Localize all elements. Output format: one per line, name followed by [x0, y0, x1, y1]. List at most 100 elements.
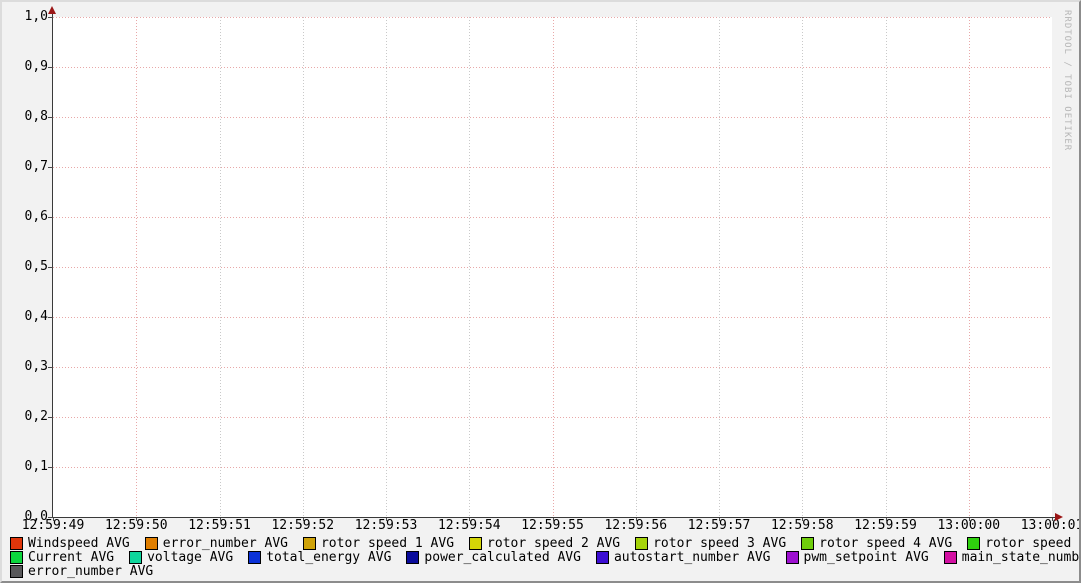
- x-axis-arrow-icon: [1055, 513, 1063, 521]
- legend-item: error_number AVG: [10, 564, 153, 579]
- legend-item: rotor speed 5 AVG: [967, 536, 1081, 551]
- y-tick-label: 0,4: [14, 310, 48, 324]
- x-tick-mark: [636, 518, 637, 521]
- x-tick-mark: [802, 518, 803, 521]
- y-tick-mark: [48, 117, 53, 118]
- y-tick-mark: [48, 217, 53, 218]
- legend-label: Windspeed AVG: [28, 536, 130, 551]
- x-tick-mark: [53, 518, 54, 521]
- x-tick-label: 12:59:52: [261, 519, 345, 533]
- v-gridline-minor: [303, 17, 304, 517]
- y-tick-mark: [48, 367, 53, 368]
- legend-label: autostart_number AVG: [614, 550, 771, 565]
- legend-color-swatch: [406, 551, 419, 564]
- rrdtool-graph: 1,00,90,80,70,60,50,40,30,20,10,0 12:59:…: [0, 0, 1081, 583]
- x-tick-mark: [220, 518, 221, 521]
- legend-label: rotor speed 1 AVG: [321, 536, 454, 551]
- legend-label: error_number AVG: [28, 564, 153, 579]
- legend-color-swatch: [10, 565, 23, 578]
- y-tick-label: 0,1: [14, 460, 48, 474]
- x-tick-label: 12:59:53: [344, 519, 428, 533]
- x-tick-mark: [553, 518, 554, 521]
- x-tick-mark: [303, 518, 304, 521]
- legend-label: pwm_setpoint AVG: [804, 550, 929, 565]
- legend-item: main_state_number AVG: [944, 550, 1081, 565]
- legend-color-swatch: [944, 551, 957, 564]
- plot-area: [53, 17, 1052, 517]
- y-tick-label: 0,7: [14, 160, 48, 174]
- x-tick-mark: [886, 518, 887, 521]
- x-tick-label: 12:59:55: [511, 519, 595, 533]
- y-tick-label: 0,5: [14, 260, 48, 274]
- y-tick-label: 0,9: [14, 60, 48, 74]
- legend-row: Current AVG voltage AVG total_energy AVG po…: [10, 550, 1081, 564]
- legend-label: Current AVG: [28, 550, 114, 565]
- y-tick-label: 0,6: [14, 210, 48, 224]
- legend-label: rotor speed 3 AVG: [653, 536, 786, 551]
- v-gridline-minor: [386, 17, 387, 517]
- legend-item: rotor speed 3 AVG: [635, 536, 786, 551]
- legend-color-swatch: [596, 551, 609, 564]
- legend-label: rotor speed 4 AVG: [819, 536, 952, 551]
- x-tick-mark: [719, 518, 720, 521]
- x-tick-mark: [469, 518, 470, 521]
- v-gridline-major: [969, 17, 970, 517]
- legend: Windspeed AVG error_number AVG rotor speed…: [10, 536, 1081, 578]
- legend-item: total_energy AVG: [248, 550, 391, 565]
- y-tick-mark: [48, 167, 53, 168]
- legend-item: power_calculated AVG: [406, 550, 581, 565]
- y-axis-arrow-icon: [48, 6, 56, 14]
- legend-color-swatch: [967, 537, 980, 550]
- legend-label: main_state_number AVG: [962, 550, 1081, 565]
- rrdtool-watermark: RRDTOOL / TOBI OETIKER: [1062, 10, 1072, 151]
- legend-color-swatch: [303, 537, 316, 550]
- x-tick-mark: [969, 518, 970, 521]
- legend-color-swatch: [10, 551, 23, 564]
- legend-color-swatch: [129, 551, 142, 564]
- legend-label: power_calculated AVG: [424, 550, 581, 565]
- v-gridline-minor: [469, 17, 470, 517]
- v-gridline-minor: [719, 17, 720, 517]
- legend-color-swatch: [801, 537, 814, 550]
- legend-item: error_number AVG: [145, 536, 288, 551]
- legend-item: voltage AVG: [129, 550, 233, 565]
- x-tick-label: 13:00:01: [1010, 519, 1081, 533]
- v-gridline-minor: [802, 17, 803, 517]
- legend-label: rotor speed 5 AVG: [985, 536, 1081, 551]
- y-tick-mark: [48, 417, 53, 418]
- legend-color-swatch: [10, 537, 23, 550]
- legend-row: error_number AVG: [10, 564, 1081, 578]
- x-tick-label: 12:59:50: [94, 519, 178, 533]
- legend-item: rotor speed 2 AVG: [469, 536, 620, 551]
- legend-color-swatch: [469, 537, 482, 550]
- legend-label: rotor speed 2 AVG: [487, 536, 620, 551]
- y-tick-mark: [48, 317, 53, 318]
- legend-color-swatch: [145, 537, 158, 550]
- x-tick-label: 12:59:59: [844, 519, 928, 533]
- legend-label: voltage AVG: [147, 550, 233, 565]
- legend-item: Windspeed AVG: [10, 536, 130, 551]
- y-axis-line: [52, 11, 53, 518]
- x-tick-label: 12:59:57: [677, 519, 761, 533]
- legend-label: error_number AVG: [163, 536, 288, 551]
- y-tick-label: 1,0: [14, 10, 48, 24]
- legend-color-swatch: [248, 551, 261, 564]
- y-tick-mark: [48, 467, 53, 468]
- legend-label: total_energy AVG: [266, 550, 391, 565]
- x-tick-mark: [136, 518, 137, 521]
- legend-item: autostart_number AVG: [596, 550, 771, 565]
- v-gridline-minor: [636, 17, 637, 517]
- v-gridline-major: [553, 17, 554, 517]
- x-tick-label: 12:59:58: [760, 519, 844, 533]
- v-gridline-major: [136, 17, 137, 517]
- x-tick-label: 12:59:49: [11, 519, 95, 533]
- legend-item: rotor speed 4 AVG: [801, 536, 952, 551]
- legend-item: pwm_setpoint AVG: [786, 550, 929, 565]
- y-tick-label: 0,2: [14, 410, 48, 424]
- y-tick-mark: [48, 17, 53, 18]
- x-tick-mark: [386, 518, 387, 521]
- legend-item: rotor speed 1 AVG: [303, 536, 454, 551]
- x-tick-label: 12:59:51: [178, 519, 262, 533]
- y-tick-mark: [48, 267, 53, 268]
- x-tick-label: 12:59:54: [427, 519, 511, 533]
